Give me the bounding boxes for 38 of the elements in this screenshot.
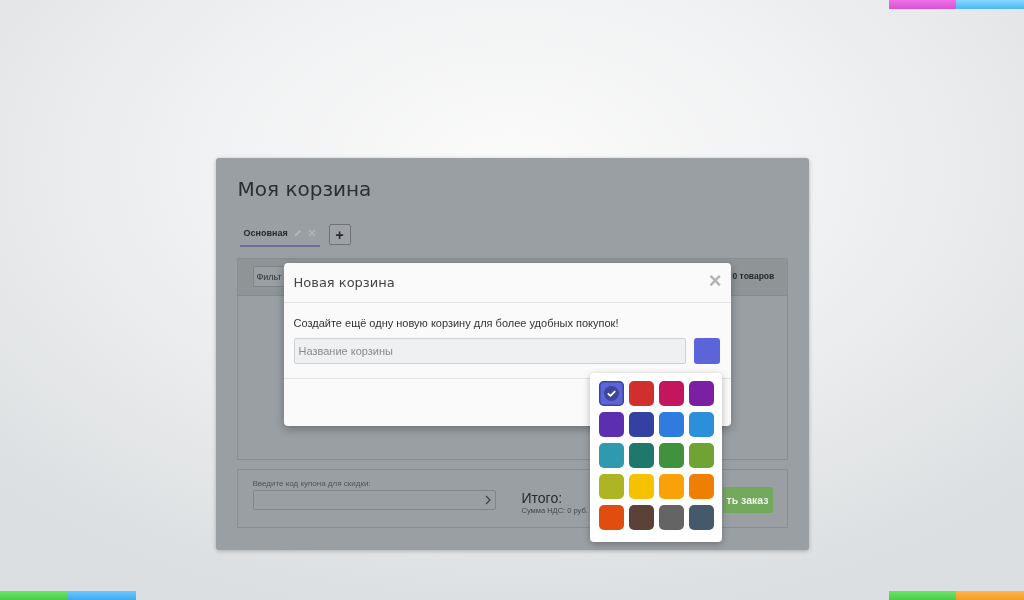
total-label: Итого:: [521, 490, 563, 506]
color-swatch[interactable]: [598, 474, 624, 499]
page-title: Моя корзина: [236, 176, 372, 202]
chevron-right-icon[interactable]: [484, 495, 491, 505]
color-swatch[interactable]: [628, 412, 654, 437]
color-swatch[interactable]: [658, 505, 684, 530]
color-swatch[interactable]: [688, 474, 714, 499]
coupon-field[interactable]: [252, 490, 496, 510]
accent-stripe: [956, 591, 1024, 600]
dialog-title: Новая корзина: [293, 275, 395, 290]
color-swatch[interactable]: [598, 412, 624, 437]
color-swatch[interactable]: [598, 505, 624, 530]
coupon-label: Введите код купона для скидки:: [252, 479, 371, 489]
accent-stripe: [0, 591, 68, 600]
color-swatch[interactable]: [628, 381, 654, 406]
color-swatch[interactable]: [598, 443, 624, 468]
accent-stripe: [956, 0, 1024, 9]
color-button[interactable]: [693, 338, 720, 364]
accent-stripe: [889, 591, 956, 600]
color-swatch[interactable]: [628, 443, 654, 468]
check-icon: [603, 386, 619, 401]
color-swatch[interactable]: [598, 381, 624, 406]
color-swatch[interactable]: [628, 474, 654, 499]
color-swatch[interactable]: [658, 443, 684, 468]
item-count: 0 товаров: [732, 271, 775, 282]
accent-stripe: [889, 0, 956, 9]
add-tab-button[interactable]: +: [328, 224, 351, 245]
color-swatch[interactable]: [658, 412, 684, 437]
name-field[interactable]: Название корзины: [293, 338, 686, 364]
color-swatch[interactable]: [688, 381, 714, 406]
color-swatch[interactable]: [688, 443, 714, 468]
dialog-message: Создайте ещё одну новую корзину для более удобных покупок!: [293, 317, 619, 330]
color-swatch[interactable]: [658, 474, 684, 499]
color-swatch[interactable]: [658, 381, 684, 406]
color-swatch[interactable]: [688, 412, 714, 437]
color-swatch[interactable]: [628, 505, 654, 530]
accent-stripe: [68, 591, 136, 600]
color-swatch[interactable]: [688, 505, 714, 530]
